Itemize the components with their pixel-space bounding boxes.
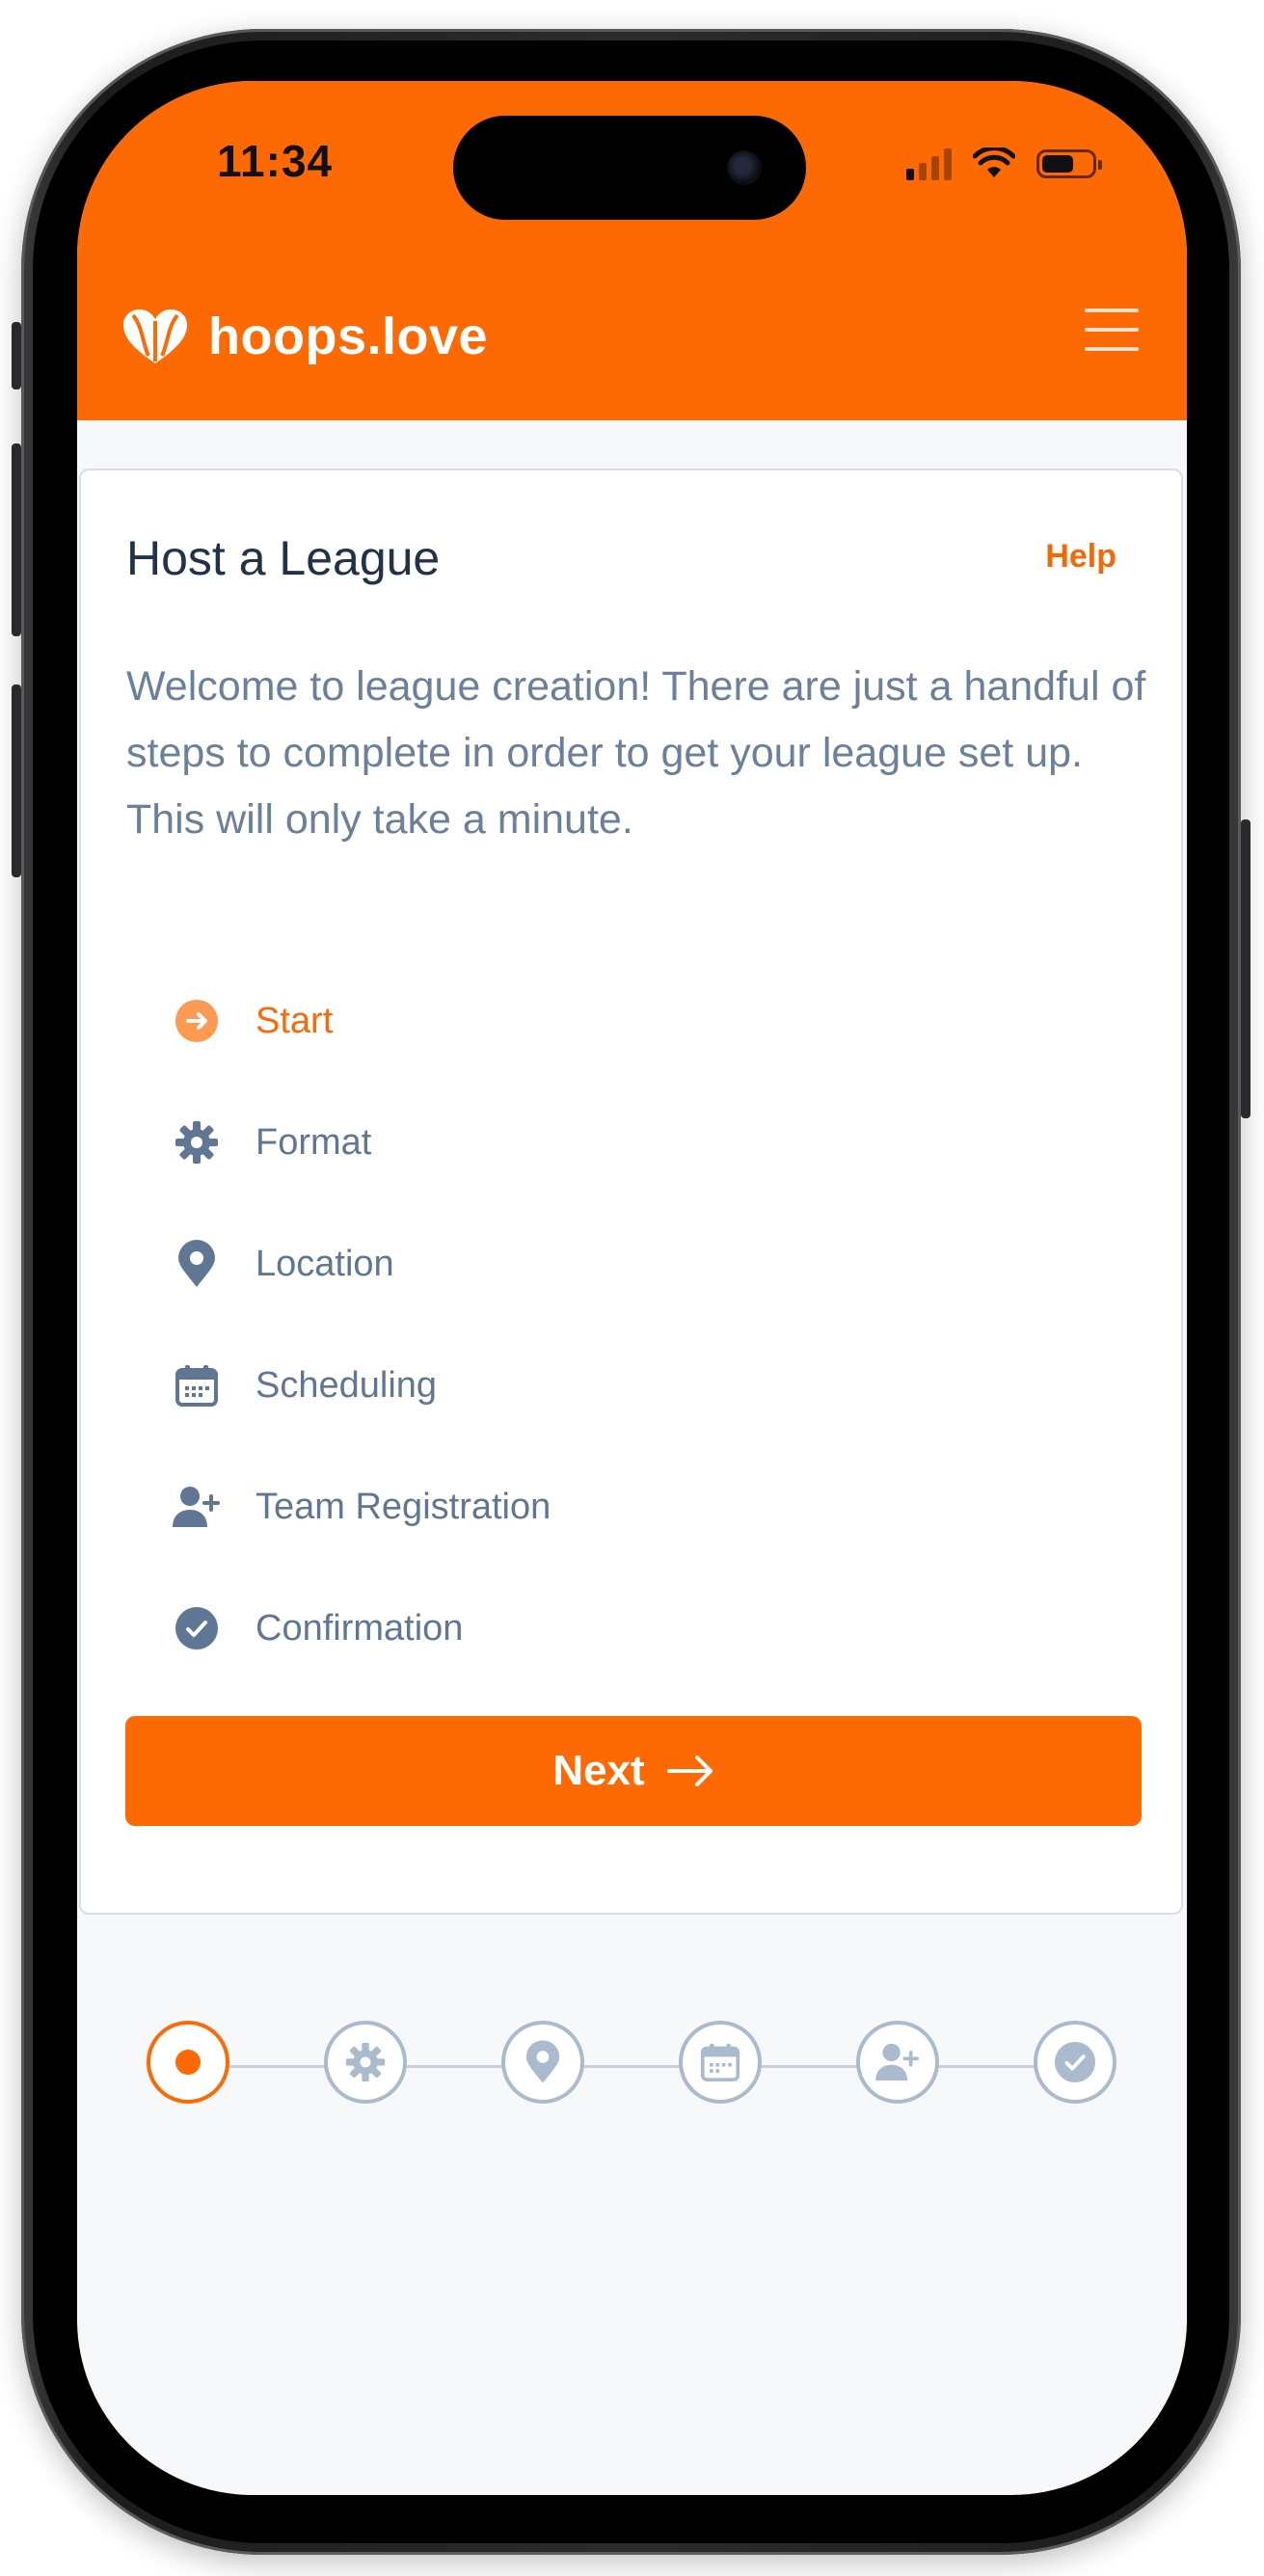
step-start[interactable]: Start xyxy=(173,960,551,1082)
page-title: Host a League xyxy=(126,531,441,585)
status-time: 11:34 xyxy=(217,136,334,186)
step-list: Start Format Location Scheduling Team Re… xyxy=(173,960,551,1689)
progress-node-confirmation[interactable] xyxy=(1034,2021,1116,2104)
step-label: Format xyxy=(255,1121,372,1163)
progress-node-format[interactable] xyxy=(324,2021,407,2104)
dot-icon xyxy=(175,2050,201,2075)
step-label: Scheduling xyxy=(255,1364,438,1406)
step-label: Start xyxy=(255,1000,334,1041)
calendar-icon xyxy=(700,2043,740,2082)
step-team-registration[interactable]: Team Registration xyxy=(173,1446,551,1568)
host-league-card: Host a League Help Welcome to league cre… xyxy=(79,469,1183,1915)
step-label: Location xyxy=(255,1243,394,1284)
gear-icon xyxy=(173,1118,221,1167)
intro-text: Welcome to league creation! There are ju… xyxy=(126,663,1146,843)
step-label: Team Registration xyxy=(255,1486,551,1527)
progress-node-start[interactable] xyxy=(147,2021,229,2104)
silent-switch xyxy=(12,322,21,389)
cellular-signal-icon xyxy=(906,148,952,180)
wifi-icon xyxy=(973,148,1015,177)
gear-icon xyxy=(345,2042,386,2082)
progress-node-location[interactable] xyxy=(501,2021,584,2104)
progress-line xyxy=(185,2065,1080,2068)
progress-node-scheduling[interactable] xyxy=(679,2021,762,2104)
power-button xyxy=(1241,819,1251,1118)
add-user-icon xyxy=(173,1483,221,1531)
status-indicators xyxy=(906,145,1102,183)
check-circle-icon xyxy=(1054,2041,1096,2083)
volume-down-button xyxy=(12,684,21,877)
step-label: Confirmation xyxy=(255,1607,464,1649)
map-pin-icon xyxy=(173,1240,221,1288)
arrow-right-circle-icon xyxy=(173,997,221,1045)
battery-icon xyxy=(1036,149,1102,178)
basketball-heart-icon xyxy=(123,309,187,363)
step-format[interactable]: Format xyxy=(173,1082,551,1203)
help-link[interactable]: Help xyxy=(1045,538,1116,576)
screen: 11:34 hoops.love Host a League Help Welc… xyxy=(77,81,1187,2495)
brand[interactable]: hoops.love xyxy=(120,307,488,366)
next-button-label: Next xyxy=(552,1747,645,1794)
hamburger-menu-icon[interactable] xyxy=(1085,309,1139,351)
next-button[interactable]: Next xyxy=(125,1716,1142,1826)
volume-up-button xyxy=(12,443,21,636)
camera-icon xyxy=(727,150,762,185)
arrow-right-icon xyxy=(666,1756,713,1786)
dynamic-island xyxy=(453,116,806,220)
step-confirmation[interactable]: Confirmation xyxy=(173,1568,551,1689)
add-user-icon xyxy=(875,2043,919,2081)
brand-name: hoops.love xyxy=(208,308,489,365)
step-location[interactable]: Location xyxy=(173,1203,551,1325)
progress-node-team-registration[interactable] xyxy=(856,2021,939,2104)
check-circle-icon xyxy=(173,1604,221,1652)
map-pin-icon xyxy=(525,2040,560,2083)
calendar-icon xyxy=(173,1361,221,1409)
step-progress-tracker xyxy=(147,2021,1118,2111)
step-scheduling[interactable]: Scheduling xyxy=(173,1325,551,1446)
app-header: 11:34 hoops.love xyxy=(77,81,1187,420)
